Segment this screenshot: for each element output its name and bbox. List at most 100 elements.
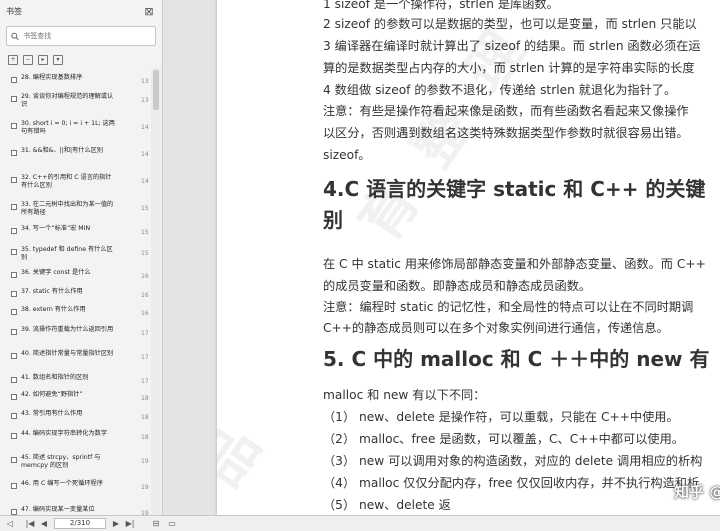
bookmark-page-number: 14 — [141, 124, 149, 131]
sidebar-title: 书签 — [6, 6, 22, 16]
bookmark-page-number: 14 — [141, 151, 149, 158]
paragraph-line: 的成员变量和函数。即静态成员和静态成员函数。 — [323, 279, 592, 293]
bookmark-icon — [11, 353, 17, 359]
bookmark-icon — [11, 329, 17, 335]
paragraph-line: 3 编译器在编译时就计算出了 sizeof 的结果。而 strlen 函数必须在… — [323, 39, 701, 53]
bookmark-label: 34. 写一个“标准”宏 MIN — [21, 225, 91, 232]
close-icon[interactable]: ⊠ — [142, 4, 156, 18]
paragraph-line: （3） new 可以调用对象的构造函数，对应的 delete 调用相应的析构 — [323, 454, 703, 468]
bookmark-item[interactable]: 29. 谈谈你对编程规范的理解或认识 13 — [0, 93, 150, 109]
bookmark-page-number: 15 — [141, 229, 149, 236]
paragraph-line: 注意：编程时 static 的记忆性，和全局性的特点可以让在不同时期调 — [323, 300, 694, 314]
bookmark-label: 33. 在二元树中找出和为某一值的所有路径 — [21, 201, 114, 216]
sidebar-scrollbar[interactable] — [151, 68, 161, 515]
bookmark-item[interactable]: 40. 简述指针常量与常量指针区别 17 — [0, 350, 150, 361]
sidebar-toggle-icon[interactable]: ⊟ — [150, 518, 162, 530]
bookmark-list: 28. 编程实现基数排序 13 29. 谈谈你对编程规范的理解或认识 13 30. sh… — [0, 68, 150, 515]
bookmark-label: 47. 编码实现某一变量某位 — [21, 506, 95, 513]
bookmark-page-number: 18 — [141, 414, 149, 421]
bookmark-label: 36. 关键字 const 是什么 — [21, 269, 91, 276]
bookmark-item[interactable]: 31. &&和&、||和|有什么区别 14 — [0, 147, 150, 158]
bookmark-icon — [11, 96, 17, 102]
bookmark-label: 40. 简述指针常量与常量指针区别 — [21, 350, 114, 357]
bookmark-page-number: 16 — [141, 310, 149, 317]
prev-page-icon[interactable]: ◀ — [38, 518, 50, 530]
bookmark-icon — [11, 483, 17, 489]
sidebar-header: 书签 ⊠ — [0, 0, 162, 22]
bookmark-item[interactable]: 45. 简述 strcpy、sprintf 与 memcpy 的区别 19 — [0, 454, 150, 470]
bookmark-label: 29. 谈谈你对编程规范的理解或认识 — [21, 93, 114, 108]
bookmark-page-number: 17 — [141, 330, 149, 337]
bookmark-item[interactable]: 36. 关键字 const 是什么 16 — [0, 269, 150, 280]
bookmark-item[interactable]: 32. C++的引用和 C 语言的指针有什么区别 14 — [0, 174, 150, 190]
bookmark-page-number: 17 — [141, 354, 149, 361]
bookmark-label: 31. &&和&、||和|有什么区别 — [21, 147, 104, 154]
bookmark-toolbar: + − ▸ ▾ — [0, 50, 162, 70]
paragraph-line: malloc 和 new 有以下不同： — [323, 388, 486, 402]
bookmark-icon — [11, 249, 17, 255]
bookmark-page-number: 18 — [141, 395, 149, 402]
section-heading: 别 — [323, 208, 343, 232]
page-number-field[interactable]: 2/310 — [54, 518, 106, 529]
paragraph-line: 以区分，否则遇到数组名这类特殊数据类型作参数时就很容易出错。 — [323, 126, 689, 140]
bookmark-label: 45. 简述 strcpy、sprintf 与 memcpy 的区别 — [21, 454, 101, 469]
bookmark-label: 43. 常引用有什么作用 — [21, 410, 83, 417]
bookmark-item[interactable]: 43. 常引用有什么作用 18 — [0, 410, 150, 421]
bookmark-item[interactable]: 33. 在二元树中找出和为某一值的所有路径 15 — [0, 201, 150, 217]
bookmark-item[interactable]: 38. extern 有什么作用 16 — [0, 306, 150, 317]
collapse-bookmark-icon[interactable]: ▾ — [53, 55, 63, 65]
bookmark-page-number: 13 — [141, 78, 149, 85]
bookmark-label: 32. C++的引用和 C 语言的指针有什么区别 — [21, 174, 112, 189]
bookmark-item[interactable]: 37. static 有什么作用 16 — [0, 288, 150, 299]
bookmark-item[interactable]: 46. 用 C 编写一个死循环程序 19 — [0, 480, 150, 491]
bookmark-item[interactable]: 30. short i = 0; i = i + 1L; 这两句有错吗 14 — [0, 120, 150, 136]
bookmark-label: 38. extern 有什么作用 — [21, 306, 86, 313]
bookmark-page-number: 19 — [141, 458, 149, 465]
zhihu-watermark: 知乎 @零声Github整理库 — [674, 483, 720, 501]
bookmark-icon — [11, 228, 17, 234]
bookmark-page-number: 18 — [141, 434, 149, 441]
bookmark-item[interactable]: 41. 数组名和指针的区别 17 — [0, 374, 150, 385]
paragraph-line: 2 sizeof 的参数可以是数据的类型，也可以是变量，而 strlen 只能以 — [323, 17, 697, 31]
bookmark-page-number: 13 — [141, 97, 149, 104]
bookmark-label: 41. 数组名和指针的区别 — [21, 374, 89, 381]
section-heading: 4.C 语言的关键字 static 和 C++ 的关键 — [323, 177, 706, 201]
delete-bookmark-icon[interactable]: − — [23, 55, 33, 65]
page-watermark: 品 — [217, 408, 279, 499]
bookmark-item[interactable]: 35. typedef 和 define 有什么区别 15 — [0, 246, 150, 262]
bookmark-label: 37. static 有什么作用 — [21, 288, 83, 295]
bookmark-icon — [11, 272, 17, 278]
bookmark-icon — [11, 123, 17, 129]
nav-menu-icon[interactable]: ◁ — [4, 518, 16, 530]
next-page-icon[interactable]: ▶ — [110, 518, 122, 530]
add-bookmark-icon[interactable]: + — [8, 55, 18, 65]
bookmark-item[interactable]: 44. 编码实现字符串转化为数字 18 — [0, 430, 150, 441]
bookmark-icon — [11, 150, 17, 156]
document-viewer[interactable]: 育 整 理 品 1 sizeof 是一个操作符，strlen 是库函数。 2 si… — [164, 0, 720, 515]
first-page-icon[interactable]: |◀ — [24, 518, 36, 530]
scrollbar-thumb[interactable] — [153, 70, 159, 110]
bookmark-search-input[interactable] — [23, 32, 151, 40]
bookmark-item[interactable]: 34. 写一个“标准”宏 MIN 15 — [0, 225, 150, 236]
bookmark-label: 35. typedef 和 define 有什么区别 — [21, 246, 113, 261]
bookmark-page-number: 15 — [141, 250, 149, 257]
bookmark-page-number: 17 — [141, 378, 149, 385]
bookmark-item[interactable]: 42. 如何避免“野指针” 18 — [0, 391, 150, 402]
paragraph-line: 4 数组做 sizeof 的参数不退化，传递给 strlen 就退化为指针了。 — [323, 83, 677, 97]
paragraph-line: 1 sizeof 是一个操作符，strlen 是库函数。 — [323, 0, 559, 11]
paragraph-line: 在 C 中 static 用来修饰局部静态变量和外部静态变量、函数。而 C++ — [323, 257, 706, 271]
bookmark-item[interactable]: 28. 编程实现基数排序 13 — [0, 74, 150, 85]
search-icon — [11, 32, 19, 40]
bookmark-search-field[interactable] — [6, 26, 156, 46]
rotate-view-icon[interactable]: ▭ — [166, 518, 178, 530]
bookmark-page-number: 16 — [141, 273, 149, 280]
last-page-icon[interactable]: ▶| — [124, 518, 136, 530]
bookmark-item[interactable]: 47. 编码实现某一变量某位 19 — [0, 506, 150, 515]
section-heading: 5. C 中的 malloc 和 C ＋＋中的 new 有 — [323, 347, 710, 371]
bookmark-item[interactable]: 39. 流操作符重载为什么返回引用 17 — [0, 326, 150, 337]
bookmark-icon — [11, 377, 17, 383]
bookmark-page-number: 15 — [141, 205, 149, 212]
bookmark-page-number: 14 — [141, 178, 149, 185]
expand-bookmark-icon[interactable]: ▸ — [38, 55, 48, 65]
bookmark-icon — [11, 177, 17, 183]
